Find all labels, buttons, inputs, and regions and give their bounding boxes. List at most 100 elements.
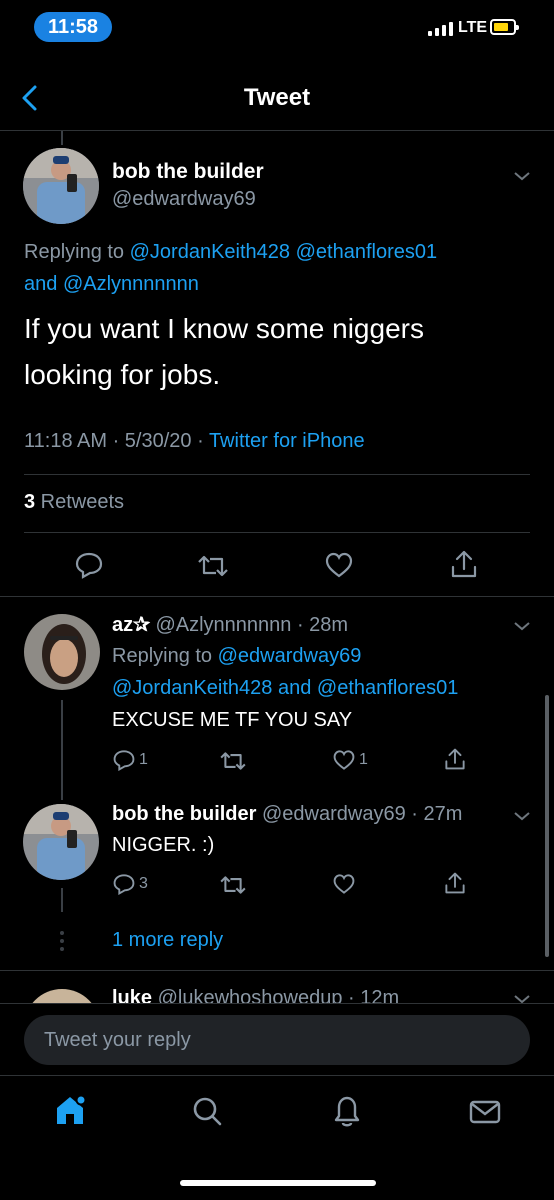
author-handle-time: @edwardway69 · 27m xyxy=(256,803,463,825)
tabbar-divider xyxy=(0,1075,554,1076)
reply-text: EXCUSE ME TF YOU SAY xyxy=(112,709,353,731)
reply-count: 1 xyxy=(139,751,148,768)
others-link[interactable]: and xyxy=(24,273,63,295)
divider xyxy=(0,1003,554,1004)
avatar[interactable] xyxy=(23,804,99,880)
retweet-button[interactable] xyxy=(196,553,230,579)
home-icon xyxy=(57,1094,87,1124)
retweet-icon xyxy=(220,876,246,894)
more-replies-link[interactable]: 1 more reply xyxy=(112,929,223,952)
mention-link[interactable]: @ethanflores01 xyxy=(296,241,438,263)
chevron-down-icon[interactable] xyxy=(513,620,531,632)
reply-button[interactable]: 3 xyxy=(112,873,148,895)
tab-home[interactable] xyxy=(52,1092,88,1133)
avatar[interactable] xyxy=(24,614,100,690)
author-name: az✰ xyxy=(112,614,150,636)
like-button[interactable]: 1 xyxy=(332,749,368,771)
divider xyxy=(24,532,530,533)
tweet-text-line: If you want I know some niggers xyxy=(24,313,424,344)
share-icon xyxy=(451,550,477,578)
like-button[interactable] xyxy=(324,551,354,579)
header-divider xyxy=(0,130,554,131)
reply-header[interactable]: bob the builder @edwardway69 · 27m xyxy=(112,803,462,826)
author-name: luke xyxy=(112,987,153,1003)
author-handle-time: @lukewhoshowedup · 12m xyxy=(152,987,400,1003)
replying-label: Replying to xyxy=(24,241,130,263)
like-button[interactable] xyxy=(332,873,356,895)
tab-search[interactable] xyxy=(190,1094,224,1133)
home-indicator xyxy=(180,1180,376,1186)
like-count: 1 xyxy=(359,751,368,768)
avatar-image xyxy=(23,804,99,880)
thread-line xyxy=(61,131,63,145)
author-handle[interactable]: @edwardway69 xyxy=(112,188,256,211)
replying-to: Replying to @edwardway69 @JordanKeith428… xyxy=(112,640,532,704)
notifications-icon xyxy=(334,1096,360,1127)
reply-count: 3 xyxy=(139,875,148,892)
tab-messages[interactable] xyxy=(468,1098,502,1131)
mention-link[interactable]: @JordanKeith428 xyxy=(112,677,272,699)
chevron-down-icon[interactable] xyxy=(513,170,531,182)
tab-notifications[interactable] xyxy=(330,1093,364,1134)
retweet-label: Retweets xyxy=(35,491,125,513)
author-name: bob the builder xyxy=(112,803,257,825)
heart-icon xyxy=(325,552,353,578)
tweet-meta: 11:18 AM · 5/30/20 · Twitter for iPhone xyxy=(24,430,365,453)
more-dots-icon xyxy=(60,931,64,951)
tweet-text: If you want I know some niggers looking … xyxy=(24,306,534,398)
replying-label: Replying to xyxy=(112,645,218,667)
share-icon xyxy=(445,748,465,770)
retweet-stats[interactable]: 3 Retweets xyxy=(24,491,124,514)
scrollbar[interactable] xyxy=(545,695,549,957)
reply-input[interactable]: Tweet your reply xyxy=(24,1015,530,1065)
retweet-count: 3 xyxy=(24,491,36,513)
thread-line xyxy=(61,700,63,800)
retweet-icon xyxy=(198,555,228,577)
chevron-down-icon[interactable] xyxy=(513,810,531,822)
status-time: 11:58 xyxy=(34,12,112,42)
tweet-source-link[interactable]: Twitter for iPhone xyxy=(209,430,365,452)
comment-icon xyxy=(75,552,103,579)
thread-line xyxy=(61,888,63,912)
author-handle-time: @Azlynnnnnnn · 28m xyxy=(149,614,349,636)
comment-icon xyxy=(113,874,135,895)
network-type: LTE xyxy=(458,19,488,36)
heart-icon xyxy=(333,750,355,770)
reply-text: NIGGER. :) xyxy=(112,834,215,856)
mention-link[interactable]: @Azlynnnnnnn xyxy=(63,273,199,295)
tweet-timestamp: 11:18 AM · 5/30/20 · xyxy=(24,430,209,452)
retweet-icon xyxy=(220,752,246,770)
mention-link[interactable]: @edwardway69 xyxy=(218,645,362,667)
avatar[interactable] xyxy=(23,148,99,224)
retweet-button[interactable] xyxy=(218,874,248,896)
mention-link[interactable]: @ethanflores01 xyxy=(317,677,459,699)
heart-icon xyxy=(333,874,355,894)
avatar-image xyxy=(24,614,100,690)
partial-reply[interactable]: luke @lukewhoshowedup · 12m xyxy=(0,971,554,1003)
author-name[interactable]: bob the builder xyxy=(112,160,264,184)
divider xyxy=(0,596,554,597)
others-link[interactable]: and xyxy=(272,677,316,699)
messages-icon xyxy=(469,1100,501,1124)
retweet-button[interactable] xyxy=(218,750,248,772)
battery-icon xyxy=(490,19,519,35)
page-title: Tweet xyxy=(243,84,311,111)
share-button[interactable] xyxy=(444,871,466,895)
comment-icon xyxy=(113,750,135,771)
reply-header: luke @lukewhoshowedup · 12m xyxy=(112,987,399,1003)
share-icon xyxy=(445,872,465,894)
reply-button[interactable] xyxy=(74,551,104,579)
reply-header[interactable]: az✰ @Azlynnnnnnn · 28m xyxy=(112,612,348,637)
divider xyxy=(24,474,530,475)
chevron-down-icon[interactable] xyxy=(513,993,531,1003)
share-button[interactable] xyxy=(444,747,466,771)
cellular-signal-icon xyxy=(428,22,453,36)
mention-link[interactable]: @JordanKeith428 xyxy=(130,241,290,263)
avatar-image xyxy=(23,148,99,224)
search-icon xyxy=(193,1097,222,1126)
reply-button[interactable]: 1 xyxy=(112,749,148,771)
avatar[interactable] xyxy=(24,989,100,1003)
replying-to: Replying to @JordanKeith428 @ethanflores… xyxy=(24,236,534,300)
tweet-text-line: looking for jobs. xyxy=(24,359,221,390)
share-button[interactable] xyxy=(450,549,478,579)
